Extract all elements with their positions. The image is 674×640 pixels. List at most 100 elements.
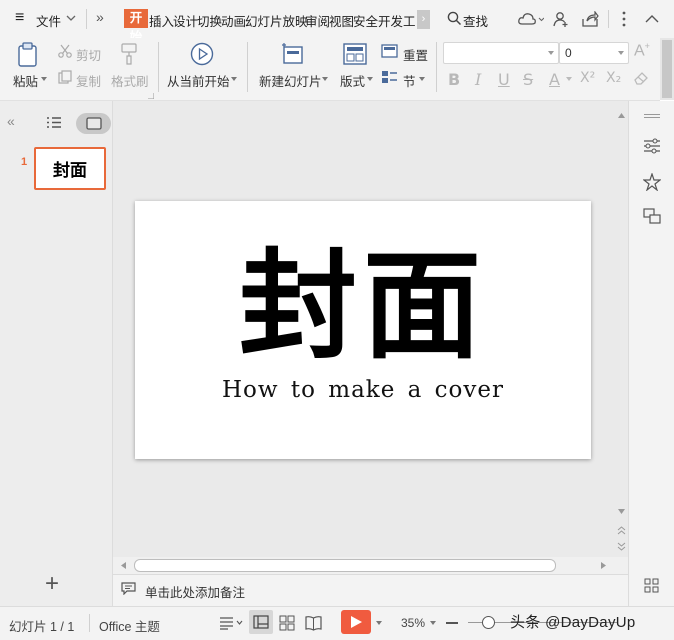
- reset-icon[interactable]: [381, 44, 398, 58]
- scroll-up-icon: [618, 113, 625, 118]
- bold-button[interactable]: B: [448, 70, 460, 89]
- ribbon-scroll[interactable]: [660, 38, 674, 100]
- format-painter-button[interactable]: 格式刷: [111, 71, 149, 90]
- tab-view[interactable]: 视图: [329, 11, 354, 30]
- normal-view-icon: [253, 615, 269, 629]
- italic-button[interactable]: I: [475, 70, 481, 89]
- slide-subtitle[interactable]: How to make a cover: [135, 377, 591, 403]
- thumbnail-title: 封面: [53, 161, 87, 181]
- collapse-ribbon-icon[interactable]: [645, 14, 659, 23]
- animation-star-icon[interactable]: [643, 173, 661, 191]
- slide-title[interactable]: 封面: [135, 241, 591, 371]
- grid-apps-icon[interactable]: [644, 578, 659, 593]
- tab-animation[interactable]: 动画: [221, 11, 246, 30]
- hamburger-icon[interactable]: ≡: [15, 9, 24, 27]
- layout-dropdown-icon[interactable]: [367, 77, 373, 81]
- section-icon[interactable]: [381, 70, 398, 84]
- cloud-sync-icon[interactable]: [518, 12, 544, 26]
- search-icon[interactable]: [447, 11, 462, 26]
- vertical-scrollbar[interactable]: [614, 101, 628, 557]
- tab-review[interactable]: 审阅: [305, 11, 330, 30]
- zoom-slider-thumb[interactable]: [482, 616, 495, 629]
- outline-view-icon[interactable]: [46, 116, 62, 129]
- font-name-dropdown-icon: [548, 51, 554, 55]
- increase-font-icon[interactable]: A+: [634, 41, 650, 60]
- clipboard-launcher-icon[interactable]: [148, 93, 154, 99]
- section-dropdown-icon[interactable]: [419, 77, 425, 81]
- copy-button[interactable]: 复制: [76, 71, 101, 90]
- play-from-current-icon[interactable]: [190, 42, 214, 66]
- horizontal-scrollbar[interactable]: [113, 557, 628, 574]
- slide[interactable]: 封面 How to make a cover: [135, 201, 591, 459]
- notes-icon: [121, 582, 136, 595]
- strikethrough-button[interactable]: S: [523, 70, 533, 89]
- slide-thumbnail[interactable]: 封面: [34, 147, 106, 190]
- paste-dropdown-icon[interactable]: [41, 77, 47, 81]
- from-current-dropdown-icon[interactable]: [231, 77, 237, 81]
- watermark-text: 头条 @DayDayUp: [510, 614, 636, 631]
- font-name-select[interactable]: [443, 42, 559, 64]
- scroll-right-icon: [601, 562, 606, 569]
- notes-toggle-icon[interactable]: [219, 616, 243, 630]
- copy-icon: [58, 70, 72, 84]
- section-button[interactable]: 节: [403, 71, 416, 90]
- zoom-out-button[interactable]: [446, 622, 458, 624]
- format-painter-icon: [119, 42, 139, 66]
- reading-view-icon[interactable]: [305, 615, 322, 631]
- more-options-icon[interactable]: [622, 11, 626, 27]
- scroll-thumb: [134, 559, 556, 572]
- tab-security[interactable]: 安全: [353, 11, 378, 30]
- collapse-panel-icon[interactable]: «: [7, 113, 15, 129]
- tab-developer[interactable]: 开发工: [378, 11, 416, 30]
- font-size-dropdown-icon: [618, 51, 624, 55]
- reset-button[interactable]: 重置: [403, 45, 428, 64]
- subscript-button[interactable]: X₂: [606, 70, 621, 86]
- add-slide-button[interactable]: +: [45, 572, 59, 596]
- zoom-dropdown-icon[interactable]: [430, 621, 436, 625]
- underline-button[interactable]: U: [498, 70, 510, 89]
- properties-icon[interactable]: [643, 138, 661, 154]
- more-tabs-icon[interactable]: »: [96, 9, 104, 25]
- paste-icon[interactable]: [16, 42, 40, 68]
- menu-file[interactable]: 文件: [36, 11, 61, 30]
- theme-name[interactable]: Office 主题: [99, 616, 160, 635]
- right-sidebar: [628, 101, 674, 606]
- font-color-button[interactable]: A: [549, 70, 560, 89]
- new-slide-icon[interactable]: [281, 42, 305, 66]
- tab-slideshow[interactable]: 幻灯片放映: [245, 11, 308, 30]
- from-current-button[interactable]: 从当前开始: [167, 71, 230, 90]
- tab-design[interactable]: 设计: [173, 11, 198, 30]
- ribbon-toolbar: 粘贴 剪切 复制 格式刷 从当前开始 新建幻灯片 版式 重置 节 0 A+: [0, 38, 660, 101]
- play-icon: [351, 616, 362, 628]
- eraser-icon[interactable]: [634, 70, 650, 85]
- menu-bar: ≡ 文件 » 开始 插入 设计 切换 动画 幻灯片放映 审阅 视图 安全 开发工…: [0, 0, 674, 44]
- paste-button[interactable]: 粘贴: [13, 71, 38, 90]
- status-bar: 幻灯片 1 / 1 Office 主题 35% 头条 @DayDayUp: [0, 606, 674, 640]
- superscript-button[interactable]: X²: [580, 70, 595, 86]
- font-color-dropdown-icon[interactable]: [566, 77, 572, 81]
- share-icon[interactable]: [582, 11, 599, 27]
- normal-view-button[interactable]: [249, 610, 273, 634]
- search-label[interactable]: 查找: [463, 11, 488, 30]
- font-size-select[interactable]: 0: [559, 42, 629, 64]
- add-user-icon[interactable]: [553, 11, 569, 27]
- sorter-view-icon[interactable]: [279, 615, 295, 631]
- slide-view-toggle[interactable]: [76, 113, 111, 134]
- scroll-left-icon: [121, 562, 126, 569]
- slideshow-dropdown-icon[interactable]: [376, 621, 382, 625]
- notes-placeholder[interactable]: 单击此处添加备注: [145, 582, 245, 601]
- zoom-level[interactable]: 35%: [401, 616, 425, 630]
- play-slideshow-button[interactable]: [341, 610, 371, 634]
- chevron-down-icon[interactable]: [66, 15, 76, 22]
- tab-scroll-right-button[interactable]: ›: [417, 10, 430, 29]
- layout-icon[interactable]: [343, 43, 367, 65]
- cut-button[interactable]: 剪切: [76, 45, 101, 64]
- new-slide-dropdown-icon[interactable]: [322, 77, 328, 81]
- tab-insert[interactable]: 插入: [149, 11, 174, 30]
- layout-button[interactable]: 版式: [340, 71, 365, 90]
- tab-transition[interactable]: 切换: [197, 11, 222, 30]
- tab-home[interactable]: 开始: [124, 9, 148, 44]
- notes-pane[interactable]: 单击此处添加备注: [113, 574, 628, 607]
- transition-icon[interactable]: [643, 208, 661, 225]
- new-slide-button[interactable]: 新建幻灯片: [259, 71, 322, 90]
